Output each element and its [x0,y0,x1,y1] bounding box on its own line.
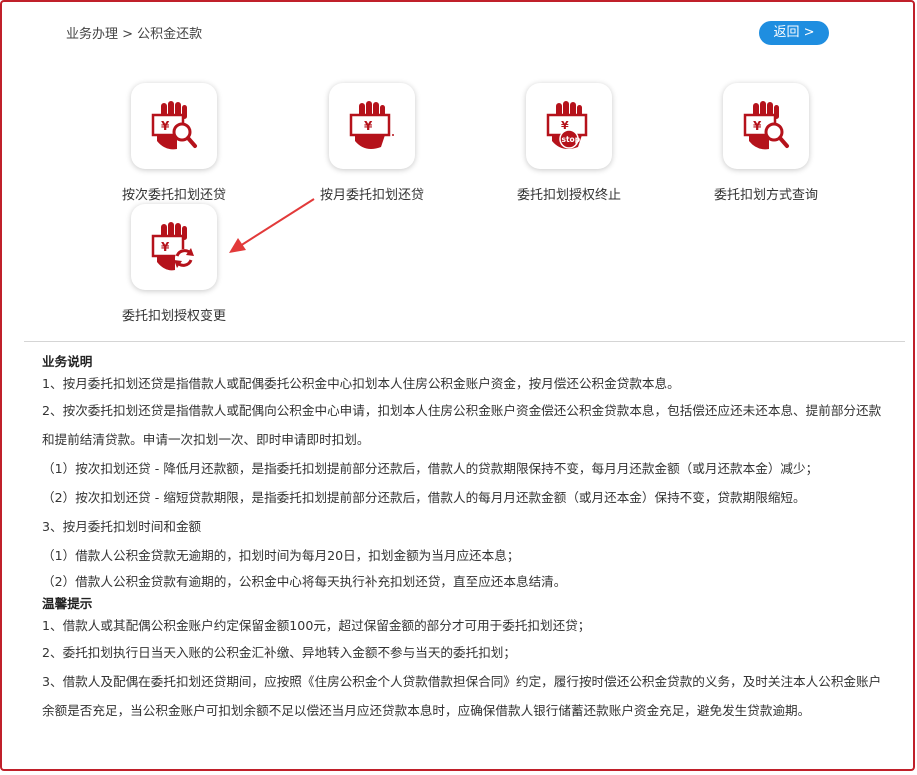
tips-title: 温馨提示 [42,596,93,611]
tips-t3: 3、借款人及配偶在委托扣划还贷期间，应按照《住房公积金个人贷款借款担保合同》约定… [42,674,882,718]
business-title: 业务说明 [42,354,93,369]
info-content: 业务说明 1、按月委托扣划还贷是指借款人或配偶委托公积金中心扣划本人住房公积金账… [42,352,887,725]
annotation-arrow-icon [229,198,315,253]
tips-t2: 2、委托扣划执行日当天入账的公积金汇补缴、异地转入金额不参与当天的委托扣划； [42,645,516,660]
business-p2: 2、按次委托扣划还贷是指借款人或配偶向公积金中心申请，扣划本人住房公积金账户资金… [42,403,882,447]
business-p3: （1）按次扣划还贷 - 降低月还款额，是指委托扣划提前部分还款后，借款人的贷款期… [42,461,819,476]
business-p4: （2）按次扣划还贷 - 缩短贷款期限，是指委托扣划提前部分还款后，借款人的每月月… [42,490,806,505]
page-frame: 业务办理 > 公积金还款 返回 > ¥ 按次委托扣划还贷 ¥ 按月委托扣划还贷 … [0,0,915,771]
tips-t1: 1、借款人或其配偶公积金账户约定保留金额100元，超过保留金额的部分才可用于委托… [42,618,591,633]
business-p7: （2）借款人公积金贷款有逾期的，公积金中心将每天执行补充扣划还贷，直至应还本息结… [42,574,567,589]
business-p6: （1）借款人公积金贷款无逾期的，扣划时间为每月20日，扣划金额为当月应还本息； [42,548,520,563]
business-p1: 1、按月委托扣划还贷是指借款人或配偶委托公积金中心扣划本人住房公积金账户资金，按… [42,376,680,391]
business-p5: 3、按月委托扣划时间和金额 [42,519,202,534]
section-divider [24,341,905,342]
